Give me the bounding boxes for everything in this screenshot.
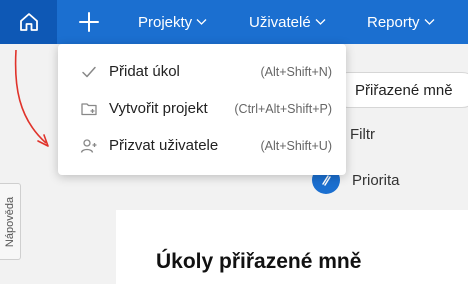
menu-item-add-task[interactable]: Přidat úkol (Alt+Shift+N) (58, 53, 346, 90)
menu-item-label: Přidat úkol (109, 63, 180, 80)
menu-item-shortcut: (Alt+Shift+U) (260, 138, 332, 153)
check-icon (82, 66, 96, 77)
user-plus-icon (80, 138, 97, 153)
menu-item-shortcut: (Ctrl+Alt+Shift+P) (234, 101, 332, 116)
menu-item-label: Vytvořit projekt (109, 100, 208, 117)
create-menu: Přidat úkol (Alt+Shift+N) Vytvořit proje… (58, 44, 346, 175)
folder-plus-icon (81, 102, 97, 115)
menu-item-create-project[interactable]: Vytvořit projekt (Ctrl+Alt+Shift+P) (58, 90, 346, 127)
menu-item-label: Přizvat uživatele (109, 137, 219, 154)
menu-item-shortcut: (Alt+Shift+N) (260, 64, 332, 79)
menu-item-invite-user[interactable]: Přizvat uživatele (Alt+Shift+U) (58, 127, 346, 164)
